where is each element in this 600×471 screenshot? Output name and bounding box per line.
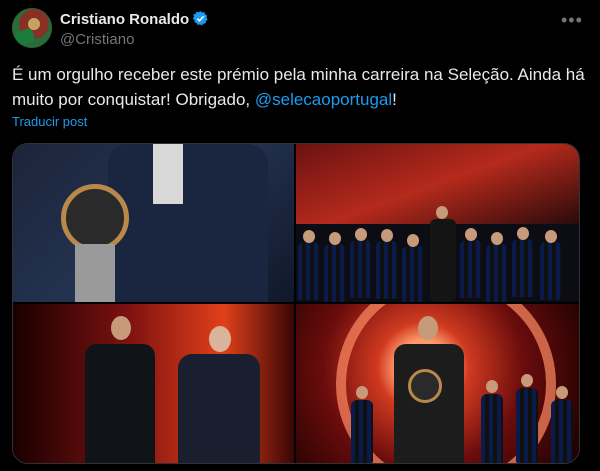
avatar[interactable] [12,8,52,48]
photo-3[interactable] [13,304,294,463]
tweet-end: ! [392,90,397,109]
mention-link[interactable]: @selecaoportugal [255,90,392,109]
translate-link[interactable]: Traducir post [12,114,87,129]
photo-1[interactable] [13,144,294,302]
tweet-text: É um orgulho receber este prémio pela mi… [12,62,588,112]
verified-badge-icon [192,11,208,26]
media-grid [12,143,580,464]
more-options-icon[interactable]: ••• [561,10,583,31]
author-handle[interactable]: @Cristiano [60,31,134,48]
author-name[interactable]: Cristiano Ronaldo [60,11,189,28]
photo-2[interactable] [296,144,579,302]
photo-4[interactable] [296,304,579,463]
